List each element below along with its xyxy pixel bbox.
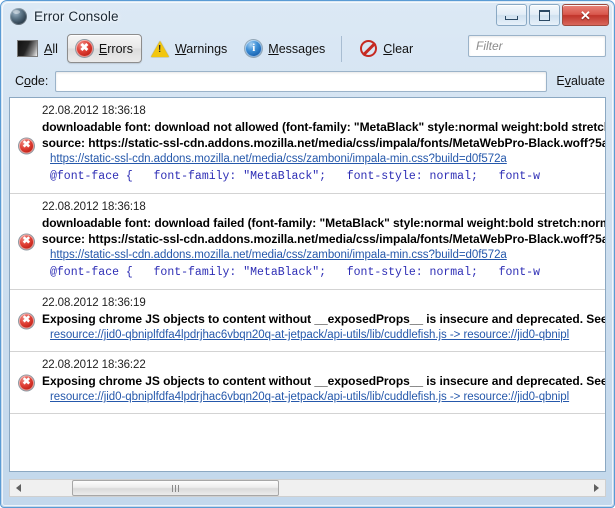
minimize-icon — [505, 15, 518, 20]
caption-buttons: ✕ — [496, 4, 609, 26]
maximize-button[interactable] — [529, 4, 560, 26]
row-code-snippet: @font-face { font-family: "MetaBlack"; f… — [50, 266, 540, 279]
toolbar-separator — [341, 35, 343, 62]
scroll-right-icon — [594, 484, 599, 492]
error-console-window: Error Console ✕ All ✖ Errors Warnings — [0, 0, 615, 508]
row-timestamp: 22.08.2012 18:36:18 — [42, 201, 146, 213]
title-bar[interactable]: Error Console ✕ — [1, 1, 614, 31]
toolbar-label-errors: Errors — [98, 41, 133, 56]
toolbar-label-clear: Clear — [383, 41, 414, 56]
row-source-link[interactable]: https://static-ssl-cdn.addons.mozilla.ne… — [50, 247, 605, 264]
row-message-line: downloadable font: download failed (font… — [42, 216, 606, 230]
info-icon: i — [245, 40, 263, 57]
row-timestamp: 22.08.2012 18:36:19 — [42, 297, 146, 309]
scroll-right-button[interactable] — [588, 480, 605, 496]
row-message-line: Exposing chrome JS objects to content wi… — [42, 374, 606, 388]
toolbar-button-errors[interactable]: ✖ Errors — [66, 34, 142, 63]
row-code-snippet: @font-face { font-family: "MetaBlack"; f… — [50, 170, 540, 183]
console-list[interactable]: ✖ 22.08.2012 18:36:18 downloadable font:… — [9, 97, 606, 472]
row-timestamp: 22.08.2012 18:36:18 — [42, 105, 146, 117]
toolbar-label-all: All — [44, 41, 58, 56]
scroll-left-icon — [16, 484, 21, 492]
row-message-line: source: https://static-ssl-cdn.addons.mo… — [42, 232, 606, 246]
filter-input[interactable] — [469, 36, 614, 56]
toolbar-button-all[interactable]: All — [8, 34, 67, 63]
toolbar-button-clear[interactable]: Clear — [351, 34, 422, 63]
window-title: Error Console — [34, 8, 119, 24]
scrollbar-track[interactable] — [27, 480, 588, 496]
error-icon: ✖ — [75, 40, 93, 57]
toolbar-label-messages: Messages — [268, 41, 326, 56]
filter-box[interactable] — [468, 35, 614, 57]
scrollbar-thumb[interactable] — [72, 480, 279, 496]
table-row[interactable]: ✖ 22.08.2012 18:36:22 Exposing chrome JS… — [10, 352, 605, 414]
row-source-link[interactable]: resource://jid0-qbniplfdfa4lpdrjhac6vbqn… — [50, 389, 605, 406]
warning-icon — [150, 40, 169, 57]
code-input[interactable] — [55, 70, 548, 92]
toolbar-button-warnings[interactable]: Warnings — [142, 34, 236, 63]
error-icon: ✖ — [19, 313, 34, 328]
scrollbar-grip — [172, 484, 179, 492]
clear-icon — [360, 40, 378, 57]
close-button[interactable]: ✕ — [562, 4, 609, 26]
error-icon: ✖ — [19, 375, 34, 390]
row-timestamp: 22.08.2012 18:36:22 — [42, 359, 146, 371]
error-icon: ✖ — [19, 234, 34, 249]
code-bar: Code: Evaluate — [8, 66, 607, 96]
all-icon — [17, 40, 38, 57]
maximize-icon — [539, 9, 550, 21]
row-message-line: source: https://static-ssl-cdn.addons.mo… — [42, 136, 606, 150]
toolbar: All ✖ Errors Warnings i Messages Clear — [8, 31, 614, 66]
table-row[interactable]: ✖ 22.08.2012 18:36:19 Exposing chrome JS… — [10, 290, 605, 352]
row-message-line: downloadable font: download not allowed … — [42, 120, 606, 134]
close-icon: ✕ — [580, 7, 591, 23]
table-row[interactable]: ✖ 22.08.2012 18:36:18 downloadable font:… — [10, 194, 605, 290]
error-icon: ✖ — [19, 138, 34, 153]
horizontal-scrollbar[interactable] — [9, 479, 606, 497]
row-message-line: Exposing chrome JS objects to content wi… — [42, 312, 606, 326]
scroll-left-button[interactable] — [10, 480, 27, 496]
code-label: Code: — [15, 74, 49, 88]
row-source-link[interactable]: https://static-ssl-cdn.addons.mozilla.ne… — [50, 151, 605, 168]
toolbar-label-warnings: Warnings — [174, 41, 228, 56]
minimize-button[interactable] — [496, 4, 527, 26]
row-source-link[interactable]: resource://jid0-qbniplfdfa4lpdrjhac6vbqn… — [50, 327, 605, 344]
globe-icon — [10, 7, 27, 25]
evaluate-button[interactable]: Evaluate — [556, 74, 605, 88]
toolbar-button-messages[interactable]: i Messages — [236, 34, 334, 63]
table-row[interactable]: ✖ 22.08.2012 18:36:18 downloadable font:… — [10, 98, 605, 194]
